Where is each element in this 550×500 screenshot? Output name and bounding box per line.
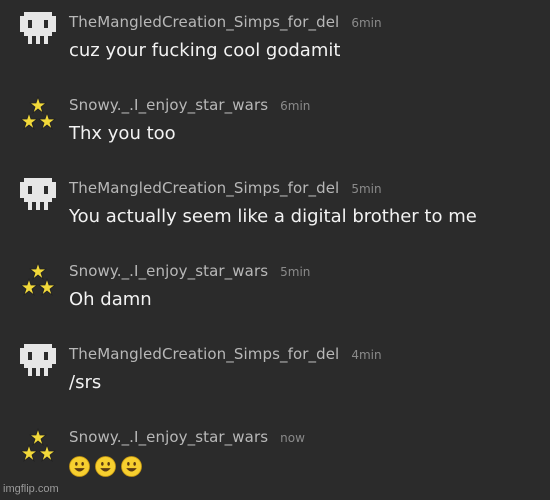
stars-icon[interactable]: [20, 95, 56, 131]
message-text: Oh damn: [69, 289, 152, 310]
chat-message: TheMangledCreation_Simps_for_del 6min cuz…: [0, 0, 550, 83]
timestamp: 6min: [351, 16, 382, 30]
timestamp: 5min: [280, 265, 311, 279]
message-meta: Snowy._.I_enjoy_star_wars now: [69, 427, 305, 446]
pixel-skull-icon[interactable]: [20, 12, 56, 48]
username[interactable]: Snowy._.I_enjoy_star_wars: [69, 428, 268, 446]
username[interactable]: TheMangledCreation_Simps_for_del: [69, 179, 339, 197]
message-emojis: [69, 455, 147, 477]
stars-icon[interactable]: [20, 427, 56, 463]
chat-message: Snowy._.I_enjoy_star_wars 5min Oh damn: [0, 249, 550, 332]
username[interactable]: Snowy._.I_enjoy_star_wars: [69, 96, 268, 114]
chat-message: TheMangledCreation_Simps_for_del 4min /sr…: [0, 332, 550, 415]
message-text: /srs: [69, 372, 102, 393]
stars-icon[interactable]: [20, 261, 56, 297]
timestamp: 5min: [351, 182, 382, 196]
imgflip-watermark: imgflip.com: [3, 483, 59, 495]
chat-message: Snowy._.I_enjoy_star_wars 6min Thx you to…: [0, 83, 550, 166]
username[interactable]: TheMangledCreation_Simps_for_del: [69, 345, 339, 363]
username[interactable]: TheMangledCreation_Simps_for_del: [69, 13, 339, 31]
chat-message: TheMangledCreation_Simps_for_del 5min You…: [0, 166, 550, 249]
timestamp: 6min: [280, 99, 311, 113]
message-meta: Snowy._.I_enjoy_star_wars 6min: [69, 95, 310, 114]
timestamp: 4min: [351, 348, 382, 362]
timestamp: now: [280, 431, 305, 445]
message-text: You actually seem like a digital brother…: [69, 206, 477, 227]
chat-feed: TheMangledCreation_Simps_for_del 6min cuz…: [0, 0, 550, 500]
smiley-emoji: [69, 455, 90, 477]
smiley-emoji: [121, 455, 142, 477]
message-meta: TheMangledCreation_Simps_for_del 4min: [69, 344, 382, 363]
pixel-skull-icon[interactable]: [20, 344, 56, 380]
message-meta: TheMangledCreation_Simps_for_del 5min: [69, 178, 382, 197]
smiley-emoji: [95, 455, 116, 477]
message-text: cuz your fucking cool godamit: [69, 40, 341, 61]
chat-message: Snowy._.I_enjoy_star_wars now: [0, 415, 550, 498]
message-text: Thx you too: [69, 123, 176, 144]
message-meta: Snowy._.I_enjoy_star_wars 5min: [69, 261, 310, 280]
message-meta: TheMangledCreation_Simps_for_del 6min: [69, 12, 382, 31]
username[interactable]: Snowy._.I_enjoy_star_wars: [69, 262, 268, 280]
pixel-skull-icon[interactable]: [20, 178, 56, 214]
